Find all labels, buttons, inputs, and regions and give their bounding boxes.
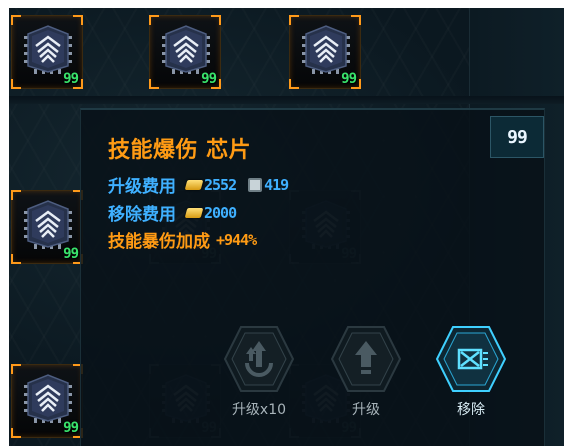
gold-icon — [184, 207, 204, 218]
remove-cost-label: 移除费用 — [108, 205, 176, 225]
game-screen: 99 99 99 99 99 技能爆伤 芯片 升级费用 2552 419 移除费… — [9, 8, 564, 446]
chip-level-badge: 99 — [490, 116, 544, 158]
remove-cost-row: 移除费用 2000 — [108, 200, 237, 226]
slot-corner — [211, 15, 221, 25]
slot-corner — [289, 79, 299, 89]
chip-count: 99 — [63, 71, 79, 87]
slot-corner — [11, 428, 21, 438]
chip-slot[interactable]: 99 — [11, 190, 83, 264]
remove-chip-icon — [435, 326, 507, 392]
chip-count: 99 — [63, 246, 79, 262]
slot-corner — [11, 190, 21, 200]
remove-gold-value: 2000 — [204, 203, 237, 222]
chip-material-icon — [248, 177, 263, 192]
divider-strip — [9, 96, 564, 104]
chip-icon — [162, 25, 210, 74]
upgrade-button[interactable]: 升级 — [326, 323, 406, 423]
chip-icon — [24, 374, 72, 423]
gold-icon — [184, 179, 204, 190]
chip-icon — [24, 25, 72, 74]
upgrade-cost-label: 升级费用 — [108, 177, 176, 197]
upgrade-cost-row: 升级费用 2552 419 — [108, 172, 289, 198]
upgrade-label: 升级 — [352, 402, 380, 418]
chip-count: 99 — [341, 71, 357, 87]
slot-corner — [11, 15, 21, 25]
remove-label: 移除 — [457, 402, 485, 418]
remove-button[interactable]: 移除 — [431, 323, 511, 423]
upgrade-x10-label: 升级x10 — [231, 402, 287, 418]
bonus-value: +944% — [216, 230, 257, 249]
slot-corner — [11, 254, 21, 264]
chip-icon — [24, 200, 72, 249]
chip-slot[interactable]: 99 — [11, 15, 83, 89]
chip-icon — [302, 25, 350, 74]
slot-corner — [73, 15, 83, 25]
upgrade-chip-value: 419 — [264, 175, 289, 194]
chip-slot[interactable]: 99 — [11, 364, 83, 438]
chip-slot[interactable]: 99 — [149, 15, 221, 89]
upgrade-x10-icon — [223, 326, 295, 392]
chip-count: 99 — [63, 420, 79, 436]
slot-corner — [149, 79, 159, 89]
chip-count: 99 — [201, 71, 217, 87]
chip-slot[interactable]: 99 — [289, 15, 361, 89]
bonus-row: 技能暴伤加成 +944% — [108, 227, 257, 253]
slot-corner — [351, 15, 361, 25]
slot-corner — [149, 15, 159, 25]
chip-title: 技能爆伤 芯片 — [108, 138, 252, 163]
upgrade-arrow-icon — [330, 326, 402, 392]
slot-corner — [289, 15, 299, 25]
upgrade-x10-button[interactable]: 升级x10 — [219, 323, 299, 423]
slot-corner — [11, 364, 21, 374]
bonus-label: 技能暴伤加成 — [108, 232, 210, 252]
slot-corner — [11, 79, 21, 89]
upgrade-gold-value: 2552 — [204, 175, 237, 194]
